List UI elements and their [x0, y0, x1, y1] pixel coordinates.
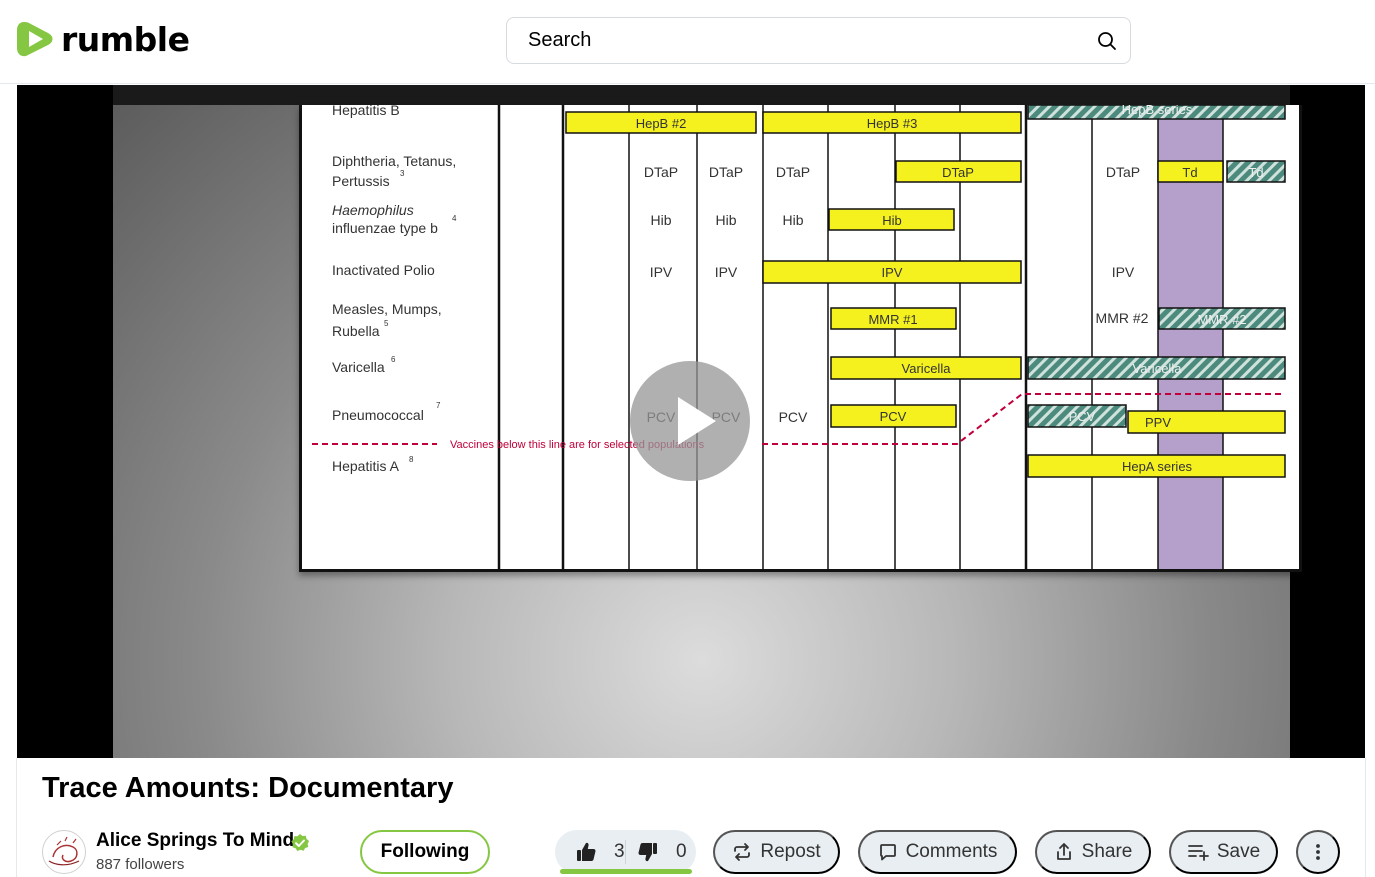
- bar-label-hepa: HepA series: [1122, 459, 1193, 474]
- search-icon[interactable]: [1095, 29, 1119, 53]
- bar-label-varicella: Varicella: [902, 361, 952, 376]
- rumble-play-logo-icon: [17, 22, 53, 57]
- cell-hib-1: Hib: [650, 212, 671, 228]
- dislike-button[interactable]: 0: [637, 830, 687, 874]
- share-icon: [1056, 843, 1071, 860]
- row-label-hepatitis-b: Hepatitis B: [332, 105, 400, 118]
- thumbs-up-icon: [577, 842, 596, 861]
- bar-label-dtap: DTaP: [942, 165, 974, 180]
- bar-label-pcv: PCV: [880, 409, 907, 424]
- bar-label-ipv: IPV: [882, 265, 903, 280]
- cell-pcv-3: PCV: [779, 409, 808, 425]
- footnote-7: 7: [436, 401, 441, 410]
- bar-label-varicella-catchup: Varicella: [1133, 361, 1183, 376]
- row-label-hib-1: Haemophilus: [332, 202, 414, 218]
- search-input[interactable]: [528, 29, 1088, 52]
- row-label-polio: Inactivated Polio: [332, 262, 435, 278]
- content-border-left: [16, 758, 17, 877]
- footnote-5: 5: [384, 319, 389, 328]
- bar-label-hib: Hib: [882, 213, 902, 228]
- footnote-6: 6: [391, 355, 396, 364]
- row-label-dtp-1: Diphtheria, Tetanus,: [332, 153, 456, 169]
- bar-label-hepb-2: HepB #2: [636, 116, 687, 131]
- footnote-3: 3: [400, 169, 405, 178]
- cell-ipv-1: IPV: [650, 264, 673, 280]
- more-options-button[interactable]: [1296, 830, 1340, 874]
- bar-label-hepb-catchup: HepB series: [1122, 105, 1193, 117]
- logo-wordmark: rumble: [61, 19, 190, 59]
- site-header: rumble: [0, 0, 1375, 84]
- content-border-right: [1365, 758, 1366, 877]
- avatar-image: [48, 836, 80, 866]
- cell-hib-3: Hib: [782, 212, 803, 228]
- bar-label-td-catchup: Td: [1248, 165, 1263, 180]
- dislike-count: 0: [676, 841, 687, 862]
- row-label-hib-2: influenzae type b: [332, 220, 438, 236]
- share-label: Share: [1081, 841, 1133, 862]
- save-button[interactable]: Save: [1169, 830, 1278, 874]
- cell-ipv-3: IPV: [1112, 264, 1135, 280]
- add-to-playlist-icon: [1187, 845, 1209, 861]
- row-label-mmr-1: Measles, Mumps,: [332, 301, 442, 317]
- cell-dtap-3: DTaP: [776, 164, 810, 180]
- verified-badge-icon: [291, 834, 309, 851]
- vote-buttons: 3 0: [555, 830, 696, 874]
- search-bar[interactable]: [506, 17, 1131, 64]
- vote-divider: [625, 840, 626, 864]
- bar-label-pcv-catchup: PCV: [1069, 409, 1096, 424]
- channel-avatar[interactable]: [42, 830, 86, 874]
- row-label-dtp-2: Pertussis: [332, 173, 390, 189]
- save-label: Save: [1216, 841, 1261, 862]
- cell-mmr-2: MMR #2: [1096, 310, 1149, 326]
- rumble-logo[interactable]: rumble: [16, 18, 190, 60]
- bar-label-hepb-3: HepB #3: [867, 116, 918, 131]
- row-label-hepatitis-a: Hepatitis A: [332, 458, 400, 474]
- share-button[interactable]: Share: [1035, 830, 1151, 874]
- cell-dtap-2: DTaP: [709, 164, 743, 180]
- more-vertical-icon: [1316, 844, 1320, 860]
- play-button[interactable]: [630, 361, 750, 481]
- thumbs-down-icon: [638, 843, 657, 862]
- comments-label: Comments: [905, 841, 998, 862]
- footnote-8: 8: [409, 455, 414, 464]
- bar-label-ppv: PPV: [1145, 415, 1171, 430]
- row-label-varicella: Varicella: [332, 359, 385, 375]
- comment-icon: [879, 844, 896, 861]
- cell-dtap-4: DTaP: [1106, 164, 1140, 180]
- bar-label-mmr-1: MMR #1: [868, 312, 917, 327]
- like-count: 3: [614, 841, 625, 862]
- repost-icon: [734, 843, 751, 861]
- follower-count: 887 followers: [96, 856, 185, 873]
- like-button[interactable]: 3: [575, 830, 625, 874]
- row-label-pneumococcal: Pneumococcal: [332, 407, 424, 423]
- video-player[interactable]: Hepatitis B Diphtheria, Tetanus, Pertuss…: [17, 85, 1365, 758]
- play-icon: [678, 397, 716, 445]
- following-button[interactable]: Following: [360, 830, 490, 874]
- bar-label-td: Td: [1182, 165, 1197, 180]
- row-label-mmr-2: Rubella: [332, 323, 380, 339]
- footnote-4: 4: [452, 214, 457, 223]
- channel-name[interactable]: Alice Springs To Mind: [96, 830, 294, 852]
- repost-button[interactable]: Repost: [713, 830, 840, 874]
- immunization-schedule-slide: Hepatitis B Diphtheria, Tetanus, Pertuss…: [299, 105, 1302, 572]
- comments-button[interactable]: Comments: [858, 830, 1017, 874]
- video-title: Trace Amounts: Documentary: [42, 772, 454, 804]
- repost-label: Repost: [760, 841, 821, 862]
- cell-ipv-2: IPV: [715, 264, 738, 280]
- bar-label-mmr-catchup: MMR #2: [1197, 312, 1246, 327]
- cell-hib-2: Hib: [715, 212, 736, 228]
- like-ratio-bar: [560, 869, 692, 874]
- cell-dtap-1: DTaP: [644, 164, 678, 180]
- video-frame-top: [113, 85, 1290, 105]
